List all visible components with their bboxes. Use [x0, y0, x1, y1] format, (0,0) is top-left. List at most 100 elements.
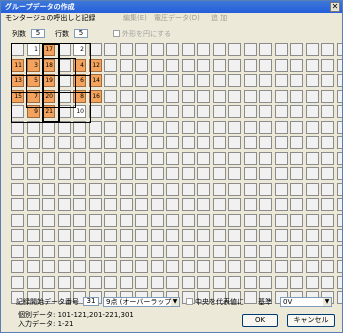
grid-cell[interactable]: [228, 136, 241, 149]
grid-cell[interactable]: [89, 152, 102, 165]
grid-cell[interactable]: [228, 245, 241, 258]
grid-cell[interactable]: [259, 43, 272, 56]
grid-cell[interactable]: [104, 183, 117, 196]
grid-cell[interactable]: [58, 59, 71, 72]
grid-cell[interactable]: [197, 136, 210, 149]
grid-cell[interactable]: [58, 74, 71, 87]
grid-cell[interactable]: [259, 152, 272, 165]
grid-cell[interactable]: [197, 59, 210, 72]
grid-cell[interactable]: [73, 260, 86, 273]
grid-cell[interactable]: [213, 198, 226, 211]
grid-cell[interactable]: [166, 90, 179, 103]
grid-cell[interactable]: [197, 229, 210, 242]
grid-cell[interactable]: [259, 245, 272, 258]
grid-cell[interactable]: [104, 90, 117, 103]
grid-cell[interactable]: [275, 229, 288, 242]
grid-cell[interactable]: [337, 276, 342, 289]
grid-cell[interactable]: [337, 121, 342, 134]
grid-cell[interactable]: [151, 198, 164, 211]
grid-cell[interactable]: [290, 105, 303, 118]
grid-cell[interactable]: [213, 152, 226, 165]
grid-cell[interactable]: [166, 105, 179, 118]
grid-cell[interactable]: [42, 167, 55, 180]
grid-cell[interactable]: [89, 214, 102, 227]
grid-cell[interactable]: [120, 167, 133, 180]
grid-cell[interactable]: [337, 105, 342, 118]
grid-cell[interactable]: [290, 59, 303, 72]
grid-cell[interactable]: [89, 245, 102, 258]
grid-cell-assigned[interactable]: 15: [11, 90, 24, 103]
grid-cell[interactable]: [197, 245, 210, 258]
grid-cell[interactable]: [290, 167, 303, 180]
grid-cell[interactable]: [73, 214, 86, 227]
grid-cell[interactable]: [321, 74, 334, 87]
grid-cell[interactable]: [135, 245, 148, 258]
grid-cell[interactable]: [135, 167, 148, 180]
grid-cell[interactable]: [104, 167, 117, 180]
grid-cell[interactable]: [135, 90, 148, 103]
grid-cell-assigned[interactable]: 13: [11, 74, 24, 87]
grid-cell[interactable]: [306, 245, 319, 258]
grid-cell[interactable]: [135, 183, 148, 196]
grid-cell[interactable]: [73, 276, 86, 289]
grid-cell[interactable]: [275, 245, 288, 258]
grid-cell[interactable]: [166, 121, 179, 134]
grid-cell[interactable]: [104, 105, 117, 118]
grid-cell[interactable]: [228, 183, 241, 196]
grid-cell[interactable]: [213, 59, 226, 72]
grid-cell[interactable]: [306, 90, 319, 103]
grid-cell[interactable]: [306, 260, 319, 273]
grid-cell[interactable]: [228, 152, 241, 165]
grid-cell[interactable]: [182, 59, 195, 72]
grid-cell-assigned[interactable]: 5: [27, 74, 40, 87]
grid-cell[interactable]: [182, 214, 195, 227]
grid-cell[interactable]: [244, 105, 257, 118]
grid-cell[interactable]: [306, 167, 319, 180]
grid-cell[interactable]: [290, 90, 303, 103]
grid-cell[interactable]: [151, 245, 164, 258]
grid-cell[interactable]: [290, 74, 303, 87]
grid-cell[interactable]: [89, 105, 102, 118]
grid-cell[interactable]: [135, 136, 148, 149]
grid-cell[interactable]: [337, 152, 342, 165]
grid-cell[interactable]: [197, 183, 210, 196]
grid-cell[interactable]: [259, 276, 272, 289]
grid-cell[interactable]: [73, 152, 86, 165]
grid-cell-assigned[interactable]: 14: [89, 74, 102, 87]
grid-cell[interactable]: [213, 105, 226, 118]
grid-cell[interactable]: [42, 183, 55, 196]
grid-cell[interactable]: [197, 43, 210, 56]
grid-cell[interactable]: [135, 260, 148, 273]
grid-cell[interactable]: [11, 136, 24, 149]
grid-cell[interactable]: [11, 167, 24, 180]
grid-cell[interactable]: [104, 59, 117, 72]
grid-cell[interactable]: [306, 121, 319, 134]
grid-cell[interactable]: [135, 59, 148, 72]
grid-cell[interactable]: [197, 167, 210, 180]
grid-cell[interactable]: [197, 121, 210, 134]
grid-cell[interactable]: [135, 198, 148, 211]
grid-cell[interactable]: [166, 152, 179, 165]
grid-cell[interactable]: [27, 214, 40, 227]
grid-cell[interactable]: [306, 214, 319, 227]
grid-cell[interactable]: [166, 183, 179, 196]
cols-input[interactable]: 5: [31, 29, 45, 38]
grid-cell[interactable]: [290, 245, 303, 258]
grid-cell[interactable]: [197, 260, 210, 273]
grid-cell[interactable]: [306, 43, 319, 56]
grid-cell[interactable]: [11, 260, 24, 273]
grid-cell[interactable]: [135, 229, 148, 242]
grid-cell[interactable]: [73, 183, 86, 196]
rows-input[interactable]: 5: [74, 29, 88, 38]
grid-cell[interactable]: [182, 43, 195, 56]
grid-cell[interactable]: [73, 136, 86, 149]
outside-checkbox[interactable]: [113, 30, 120, 37]
grid-cell[interactable]: [337, 245, 342, 258]
grid-cell[interactable]: [104, 43, 117, 56]
grid-cell[interactable]: [306, 183, 319, 196]
grid-cell[interactable]: [89, 121, 102, 134]
grid-cell[interactable]: [259, 105, 272, 118]
grid-cell[interactable]: [42, 121, 55, 134]
grid-cell[interactable]: [73, 245, 86, 258]
grid-cell[interactable]: [182, 198, 195, 211]
